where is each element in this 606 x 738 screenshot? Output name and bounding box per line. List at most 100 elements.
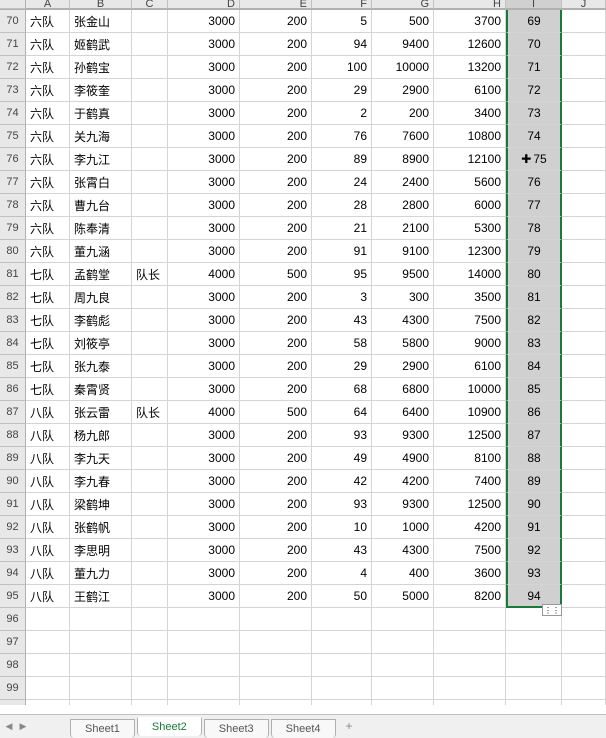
column-header-G[interactable]: G xyxy=(372,0,434,9)
sheet-tab-sheet1[interactable]: Sheet1 xyxy=(70,719,135,738)
cell-D71[interactable]: 3000 xyxy=(168,33,240,56)
cell-B99[interactable] xyxy=(70,677,132,700)
cell-F90[interactable]: 42 xyxy=(312,470,372,493)
cell-F89[interactable]: 49 xyxy=(312,447,372,470)
cell-F81[interactable]: 95 xyxy=(312,263,372,286)
cell-I73[interactable]: 72 xyxy=(506,79,562,102)
cell-G77[interactable]: 2400 xyxy=(372,171,434,194)
cell-A71[interactable]: 六队 xyxy=(26,33,70,56)
cell-A80[interactable]: 六队 xyxy=(26,240,70,263)
column-header-A[interactable]: A xyxy=(26,0,70,9)
cell-D72[interactable]: 3000 xyxy=(168,56,240,79)
cell-F99[interactable] xyxy=(312,677,372,700)
cell-J83[interactable] xyxy=(562,309,606,332)
cell-F75[interactable]: 76 xyxy=(312,125,372,148)
row-header[interactable]: 75 xyxy=(0,125,26,148)
cell-B96[interactable] xyxy=(70,608,132,631)
cell-H92[interactable]: 4200 xyxy=(434,516,506,539)
cell-A85[interactable]: 七队 xyxy=(26,355,70,378)
cell-D81[interactable]: 4000 xyxy=(168,263,240,286)
cell-A76[interactable]: 六队 xyxy=(26,148,70,171)
cell-B95[interactable]: 王鹤江 xyxy=(70,585,132,608)
cell-E87[interactable]: 500 xyxy=(240,401,312,424)
cell-G88[interactable]: 9300 xyxy=(372,424,434,447)
cell-H100[interactable] xyxy=(434,700,506,705)
cell-C75[interactable] xyxy=(132,125,168,148)
cell-G79[interactable]: 2100 xyxy=(372,217,434,240)
cell-H93[interactable]: 7500 xyxy=(434,539,506,562)
cell-I94[interactable]: 93 xyxy=(506,562,562,585)
cell-G80[interactable]: 9100 xyxy=(372,240,434,263)
cell-G73[interactable]: 2900 xyxy=(372,79,434,102)
cell-E97[interactable] xyxy=(240,631,312,654)
cell-E74[interactable]: 200 xyxy=(240,102,312,125)
row-header[interactable]: 89 xyxy=(0,447,26,470)
cell-J84[interactable] xyxy=(562,332,606,355)
cell-B93[interactable]: 李思明 xyxy=(70,539,132,562)
sheet-tab-sheet4[interactable]: Sheet4 xyxy=(271,719,336,738)
cell-J72[interactable] xyxy=(562,56,606,79)
cell-I88[interactable]: 87 xyxy=(506,424,562,447)
row-header[interactable]: 91 xyxy=(0,493,26,516)
cell-G70[interactable]: 500 xyxy=(372,10,434,33)
cell-H90[interactable]: 7400 xyxy=(434,470,506,493)
cell-F93[interactable]: 43 xyxy=(312,539,372,562)
cell-D75[interactable]: 3000 xyxy=(168,125,240,148)
column-header-F[interactable]: F xyxy=(312,0,372,9)
cell-J98[interactable] xyxy=(562,654,606,677)
cell-F94[interactable]: 4 xyxy=(312,562,372,585)
cell-F97[interactable] xyxy=(312,631,372,654)
cell-A77[interactable]: 六队 xyxy=(26,171,70,194)
cell-C77[interactable] xyxy=(132,171,168,194)
sheet-nav-next-icon[interactable]: ▶ xyxy=(16,718,30,736)
cell-D87[interactable]: 4000 xyxy=(168,401,240,424)
cell-H94[interactable]: 3600 xyxy=(434,562,506,585)
cell-C70[interactable] xyxy=(132,10,168,33)
cell-E70[interactable]: 200 xyxy=(240,10,312,33)
cell-C81[interactable]: 队长 xyxy=(132,263,168,286)
cell-D94[interactable]: 3000 xyxy=(168,562,240,585)
cell-J70[interactable] xyxy=(562,10,606,33)
cell-G100[interactable] xyxy=(372,700,434,705)
cell-F91[interactable]: 93 xyxy=(312,493,372,516)
cell-H73[interactable]: 6100 xyxy=(434,79,506,102)
cell-I89[interactable]: 88 xyxy=(506,447,562,470)
cell-J75[interactable] xyxy=(562,125,606,148)
row-header[interactable]: 93 xyxy=(0,539,26,562)
cell-D80[interactable]: 3000 xyxy=(168,240,240,263)
cell-E100[interactable] xyxy=(240,700,312,705)
row-header[interactable]: 90 xyxy=(0,470,26,493)
cell-A92[interactable]: 八队 xyxy=(26,516,70,539)
row-header[interactable]: 70 xyxy=(0,10,26,33)
cell-B72[interactable]: 孙鹤宝 xyxy=(70,56,132,79)
cell-A81[interactable]: 七队 xyxy=(26,263,70,286)
cell-G90[interactable]: 4200 xyxy=(372,470,434,493)
cell-G72[interactable]: 10000 xyxy=(372,56,434,79)
cell-I87[interactable]: 86 xyxy=(506,401,562,424)
cell-H80[interactable]: 12300 xyxy=(434,240,506,263)
cell-E99[interactable] xyxy=(240,677,312,700)
cell-J78[interactable] xyxy=(562,194,606,217)
cell-J95[interactable] xyxy=(562,585,606,608)
cell-H75[interactable]: 10800 xyxy=(434,125,506,148)
cell-G74[interactable]: 200 xyxy=(372,102,434,125)
row-header[interactable]: 94 xyxy=(0,562,26,585)
cell-C92[interactable] xyxy=(132,516,168,539)
row-header[interactable]: 82 xyxy=(0,286,26,309)
cell-J77[interactable] xyxy=(562,171,606,194)
cell-G85[interactable]: 2900 xyxy=(372,355,434,378)
column-header-C[interactable]: C xyxy=(132,0,168,9)
cell-D85[interactable]: 3000 xyxy=(168,355,240,378)
cell-J88[interactable] xyxy=(562,424,606,447)
row-header[interactable]: 81 xyxy=(0,263,26,286)
cell-B100[interactable] xyxy=(70,700,132,705)
cell-C90[interactable] xyxy=(132,470,168,493)
cell-A97[interactable] xyxy=(26,631,70,654)
cell-E78[interactable]: 200 xyxy=(240,194,312,217)
cell-J86[interactable] xyxy=(562,378,606,401)
cell-B73[interactable]: 李筱奎 xyxy=(70,79,132,102)
cell-B86[interactable]: 秦霄贤 xyxy=(70,378,132,401)
row-header[interactable]: 76 xyxy=(0,148,26,171)
cell-A94[interactable]: 八队 xyxy=(26,562,70,585)
cell-G94[interactable]: 400 xyxy=(372,562,434,585)
